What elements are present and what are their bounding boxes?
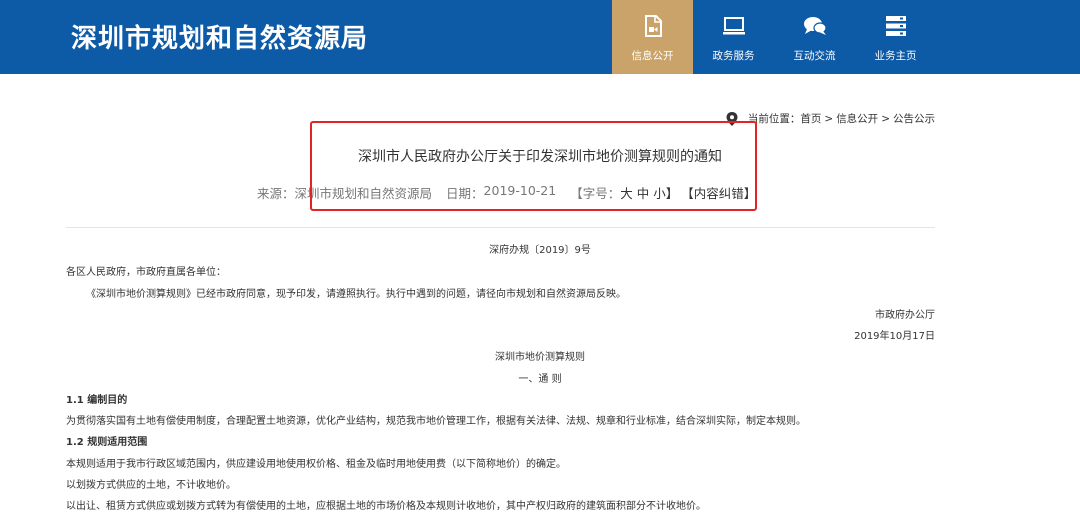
font-size-small-button[interactable]: 小 bbox=[653, 183, 666, 202]
section-paragraph: 本规则适用于我市行政区域范围内，供应建设用地使用权价格、租金及临时用地使用费（以… bbox=[66, 459, 566, 470]
addressee: 各区人民政府，市政府直属各单位： bbox=[66, 267, 226, 278]
divider bbox=[66, 227, 935, 228]
rules-title: 深圳市地价测算规则 bbox=[495, 352, 585, 363]
nav-label: 互动交流 bbox=[793, 50, 836, 62]
section-paragraph: 以划拨方式供应的土地，不计收地价。 bbox=[66, 480, 236, 491]
section-heading: 1.2 规则适用范围 bbox=[66, 437, 148, 448]
chat-bubbles-icon bbox=[803, 14, 827, 38]
nav-item-gov-services[interactable]: 政务服务 bbox=[693, 0, 774, 74]
nav-label: 信息公开 bbox=[631, 50, 674, 62]
nav-item-business-home[interactable]: 业务主页 bbox=[855, 0, 936, 74]
font-size-large-button[interactable]: 大 bbox=[620, 183, 633, 202]
nav-label: 业务主页 bbox=[874, 50, 917, 62]
article-meta: 来源： 深圳市规划和自然资源局 日期： 2019-10-21 【字号： 大 中 … bbox=[257, 183, 756, 202]
breadcrumb-announcements[interactable]: 公告公示 bbox=[893, 111, 935, 126]
breadcrumb-home[interactable]: 首页 bbox=[800, 111, 821, 126]
site-header: 深圳市规划和自然资源局 信息公开 政务服务 互动交流 业务主页 bbox=[0, 0, 1080, 74]
font-size-close: 】 bbox=[665, 186, 679, 201]
doc-number: 深府办规〔2019〕9号 bbox=[489, 245, 591, 256]
nav-item-info-disclosure[interactable]: 信息公开 bbox=[612, 0, 693, 74]
font-size-label: 【字号： bbox=[570, 186, 621, 201]
section-heading: 1.1 编制目的 bbox=[66, 395, 128, 406]
date-value: 2019-10-21 bbox=[483, 183, 557, 198]
nav-label: 政务服务 bbox=[712, 50, 755, 62]
issuer: 市政府办公厅 bbox=[875, 310, 935, 321]
server-stack-icon bbox=[884, 14, 908, 38]
breadcrumb-prefix: 当前位置： bbox=[747, 113, 801, 125]
chapter-title: 一、通 则 bbox=[518, 374, 562, 385]
source-label: 来源： bbox=[257, 186, 295, 201]
site-title[interactable]: 深圳市规划和自然资源局 bbox=[71, 18, 368, 55]
date-label: 日期： bbox=[446, 186, 484, 201]
section-paragraph: 为贯彻落实国有土地有偿使用制度，合理配置土地资源，优化产业结构，规范我市地价管理… bbox=[66, 416, 806, 427]
issue-date: 2019年10月17日 bbox=[854, 331, 935, 342]
nav-item-interaction[interactable]: 互动交流 bbox=[774, 0, 855, 74]
font-size-medium-button[interactable]: 中 bbox=[637, 183, 650, 202]
breadcrumb-separator: > bbox=[824, 112, 834, 125]
location-pin-icon bbox=[726, 111, 738, 126]
breadcrumb-info-disclosure[interactable]: 信息公开 bbox=[836, 111, 878, 126]
document-video-icon bbox=[641, 14, 665, 38]
source-value: 深圳市规划和自然资源局 bbox=[294, 186, 433, 201]
error-report-button[interactable]: 【内容纠错】 bbox=[681, 183, 756, 202]
breadcrumb-separator: > bbox=[881, 112, 890, 125]
notice-paragraph: 《深圳市地价测算规则》已经市政府同意，现予印发，请遵照执行。执行中遇到的问题，请… bbox=[86, 289, 626, 300]
breadcrumb: 当前位置： 首页 > 信息公开 > 公告公示 bbox=[726, 111, 935, 126]
main-nav: 信息公开 政务服务 互动交流 业务主页 bbox=[612, 0, 936, 74]
section-paragraph: 以出让、租赁方式供应或划拨方式转为有偿使用的土地，应根据土地的市场价格及本规则计… bbox=[66, 501, 706, 512]
monitor-icon bbox=[722, 14, 746, 38]
article-title: 深圳市人民政府办公厅关于印发深圳市地价测算规则的通知 bbox=[358, 149, 722, 165]
